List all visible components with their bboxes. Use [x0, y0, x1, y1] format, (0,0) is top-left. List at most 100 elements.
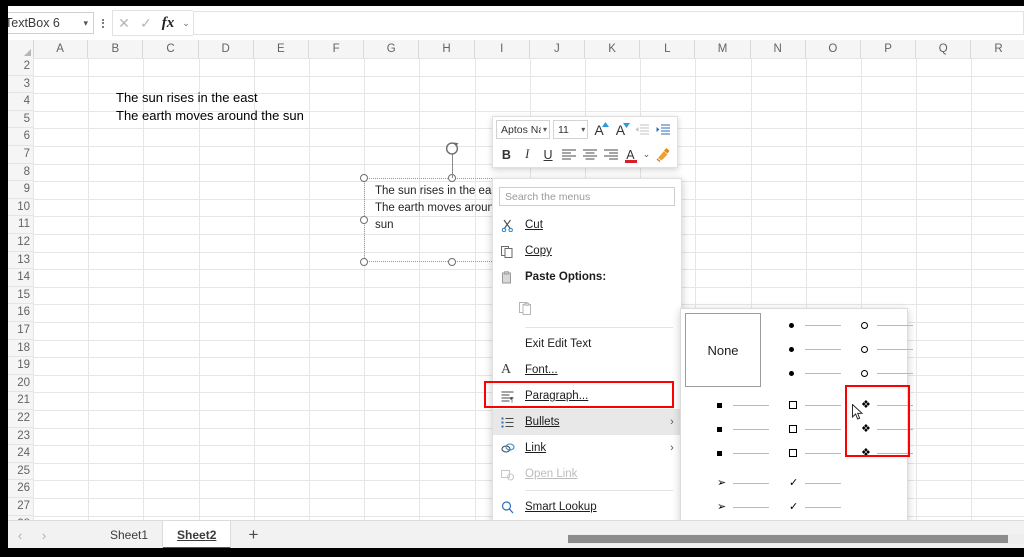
font-size-combo[interactable]: 11 ▾	[553, 120, 589, 139]
row-header-10[interactable]: 10	[8, 199, 33, 217]
previous-sheet-icon[interactable]: ‹	[8, 528, 32, 543]
row-header-12[interactable]: 12	[8, 234, 33, 252]
column-header-q[interactable]: Q	[916, 40, 972, 58]
shape-handle-bottom-center[interactable]	[448, 258, 456, 266]
column-header-c[interactable]: C	[143, 40, 199, 58]
horizontal-scrollbar-thumb[interactable]	[568, 535, 1008, 543]
column-header-l[interactable]: L	[640, 40, 696, 58]
row-header-13[interactable]: 13	[8, 252, 33, 270]
formula-chevron-down-icon[interactable]: ⌄	[179, 18, 193, 29]
name-box[interactable]: TextBox 6 ▾	[8, 12, 94, 34]
chevron-down-icon[interactable]: ▾	[581, 125, 585, 134]
menu-item-font[interactable]: A Font...	[493, 357, 681, 383]
column-header-o[interactable]: O	[806, 40, 861, 58]
enter-icon[interactable]: ✓	[135, 15, 157, 32]
formula-input[interactable]	[193, 11, 1024, 35]
row-header-26[interactable]: 26	[8, 480, 33, 498]
mini-formatting-toolbar[interactable]: Aptos Narr ▾ 11 ▾ A A	[492, 116, 678, 168]
increase-indent-icon[interactable]	[653, 119, 674, 141]
horizontal-scrollbar[interactable]	[568, 534, 1024, 544]
column-header-n[interactable]: N	[751, 40, 806, 58]
row-header-16[interactable]: 16	[8, 304, 33, 322]
context-menu[interactable]: Search the menus Cut Copy Paste Options:…	[492, 178, 682, 548]
bullets-gallery-flyout[interactable]: None ❖ ❖ ❖ ➢ ➢ ✓ ✓	[680, 308, 913, 543]
select-all-corner[interactable]	[8, 40, 34, 58]
bullet-style-hollow-square-bullet[interactable]	[781, 393, 849, 467]
sheet-tab-sheet2[interactable]: Sheet2	[163, 521, 232, 548]
row-header-4[interactable]: 4	[8, 93, 33, 111]
row-header-9[interactable]: 9	[8, 181, 33, 199]
column-header-m[interactable]: M	[695, 40, 751, 58]
align-center-icon[interactable]	[579, 144, 600, 166]
row-header-15[interactable]: 15	[8, 287, 33, 305]
underline-button[interactable]: U	[538, 144, 559, 166]
rotate-handle-icon[interactable]	[445, 140, 461, 156]
menu-item-paste-keep-formatting[interactable]	[493, 290, 681, 324]
row-header-18[interactable]: 18	[8, 340, 33, 358]
column-header-g[interactable]: G	[364, 40, 420, 58]
row-header-8[interactable]: 8	[8, 164, 33, 182]
column-header-d[interactable]: D	[199, 40, 254, 58]
menu-item-exit-edit-text[interactable]: Exit Edit Text	[493, 331, 681, 357]
bullet-style-none[interactable]: None	[685, 313, 761, 387]
bullet-style-filled-square-bullet[interactable]	[709, 393, 777, 467]
row-header-3[interactable]: 3	[8, 76, 33, 94]
bullet-style-hollow-round-bullet[interactable]	[853, 313, 921, 387]
more-options-icon[interactable]	[94, 17, 112, 29]
column-header-b[interactable]: B	[88, 40, 144, 58]
row-header-23[interactable]: 23	[8, 428, 33, 446]
grow-font-button[interactable]: A	[588, 119, 609, 141]
bullet-style-filled-round-bullet[interactable]	[781, 313, 849, 387]
sheet-tab-sheet1[interactable]: Sheet1	[96, 521, 164, 548]
row-header-5[interactable]: 5	[8, 111, 33, 129]
column-header-r[interactable]: R	[971, 40, 1024, 58]
column-header-k[interactable]: K	[585, 40, 641, 58]
row-header-11[interactable]: 11	[8, 216, 33, 234]
font-color-chevron-down-icon[interactable]: ⌄	[640, 144, 653, 166]
row-header-27[interactable]: 27	[8, 498, 33, 516]
row-header-24[interactable]: 24	[8, 445, 33, 463]
chevron-down-icon[interactable]: ▾	[83, 18, 93, 29]
row-header-25[interactable]: 25	[8, 463, 33, 481]
column-header-p[interactable]: P	[861, 40, 917, 58]
align-left-icon[interactable]	[558, 144, 579, 166]
row-header-21[interactable]: 21	[8, 392, 33, 410]
row-header-22[interactable]: 22	[8, 410, 33, 428]
shape-handle-top-left[interactable]	[360, 174, 368, 182]
column-header-i[interactable]: I	[475, 40, 530, 58]
menu-item-cut[interactable]: Cut	[493, 212, 681, 238]
bold-button[interactable]: B	[496, 144, 517, 166]
italic-button[interactable]: I	[517, 144, 538, 166]
menu-item-copy[interactable]: Copy	[493, 238, 681, 264]
menu-item-link[interactable]: Link ›	[493, 435, 681, 461]
column-header-h[interactable]: H	[419, 40, 475, 58]
row-header-14[interactable]: 14	[8, 269, 33, 287]
menu-item-smart-lookup[interactable]: Smart Lookup	[493, 494, 681, 520]
paste-keep-formatting-icon[interactable]	[501, 300, 549, 315]
shrink-font-button[interactable]: A	[610, 119, 631, 141]
row-header-19[interactable]: 19	[8, 357, 33, 375]
column-header-j[interactable]: J	[530, 40, 585, 58]
add-sheet-button[interactable]: +	[231, 525, 275, 545]
row-header-6[interactable]: 6	[8, 128, 33, 146]
search-menus-input[interactable]: Search the menus	[499, 187, 675, 206]
shape-handle-bottom-left[interactable]	[360, 258, 368, 266]
column-header-a[interactable]: A	[33, 40, 89, 58]
row-header-20[interactable]: 20	[8, 375, 33, 393]
shape-handle-middle-left[interactable]	[360, 216, 368, 224]
font-color-button[interactable]: A	[621, 144, 640, 166]
font-name-combo[interactable]: Aptos Narr ▾	[496, 120, 550, 139]
insert-function-icon[interactable]: fx	[157, 15, 179, 32]
decrease-indent-icon[interactable]	[631, 119, 652, 141]
align-right-icon[interactable]	[600, 144, 621, 166]
next-sheet-icon[interactable]: ›	[32, 528, 56, 543]
menu-item-bullets[interactable]: Bullets ›	[493, 409, 681, 435]
row-header-2[interactable]: 2	[8, 58, 33, 76]
format-painter-icon[interactable]	[653, 144, 674, 166]
cancel-icon[interactable]: ✕	[113, 15, 135, 32]
row-header-7[interactable]: 7	[8, 146, 33, 164]
row-header-17[interactable]: 17	[8, 322, 33, 340]
chevron-down-icon[interactable]: ▾	[543, 125, 547, 134]
column-header-e[interactable]: E	[254, 40, 309, 58]
menu-item-paragraph[interactable]: ¶ Paragraph...	[493, 383, 681, 409]
